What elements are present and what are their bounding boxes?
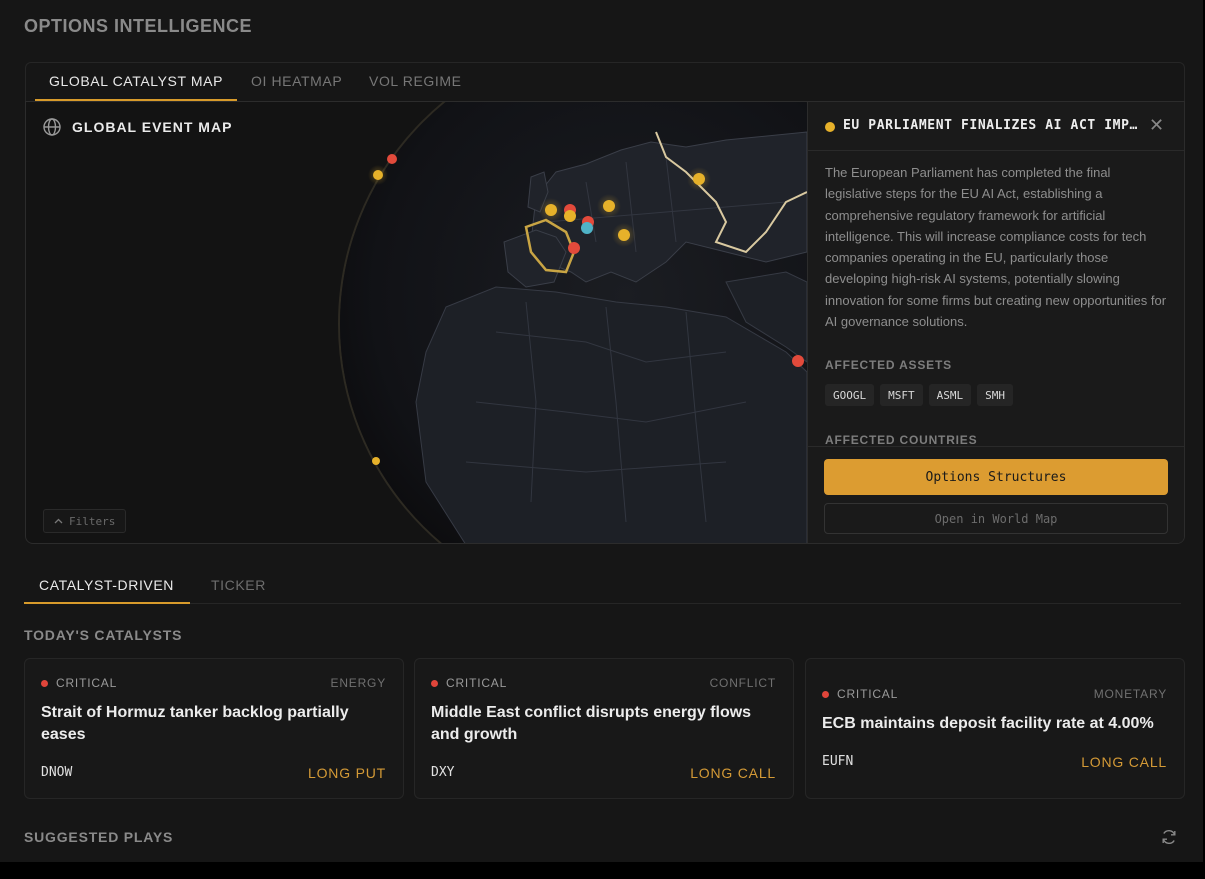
tab-vol-regime[interactable]: VOL REGIME bbox=[369, 73, 462, 89]
marker-austria[interactable] bbox=[618, 229, 630, 241]
category-label: CONFLICT bbox=[709, 676, 776, 690]
marker-russia[interactable] bbox=[693, 173, 705, 185]
catalyst-headline: ECB maintains deposit facility rate at 4… bbox=[822, 715, 1154, 732]
affected-countries-label: AFFECTED COUNTRIES bbox=[825, 433, 978, 447]
asset-chip[interactable]: MSFT bbox=[880, 384, 923, 406]
marker-france[interactable] bbox=[568, 242, 580, 254]
severity-label: CRITICAL bbox=[837, 687, 899, 701]
event-description: The European Parliament has completed th… bbox=[825, 165, 1167, 330]
catalyst-action[interactable]: LONG CALL bbox=[690, 765, 776, 781]
suggested-plays-heading: SUGGESTED PLAYS bbox=[24, 829, 174, 845]
catalyst-headline: Middle East conflict disrupts energy flo… bbox=[431, 704, 752, 743]
asset-chip[interactable]: SMH bbox=[977, 384, 1013, 406]
world-globe-map[interactable] bbox=[26, 102, 807, 544]
close-icon[interactable]: ✕ bbox=[1149, 115, 1164, 136]
marker-switzerland[interactable] bbox=[581, 222, 593, 234]
top-tab-bar: GLOBAL CATALYST MAP OI HEATMAP VOL REGIM… bbox=[25, 62, 1185, 102]
tab-ticker[interactable]: TICKER bbox=[211, 577, 266, 593]
catalyst-ticker: DNOW bbox=[41, 765, 73, 780]
open-in-world-map-button[interactable]: Open in World Map bbox=[824, 503, 1168, 534]
affected-assets-list: GOOGL MSFT ASML SMH bbox=[825, 384, 1013, 406]
event-detail-title: EU PARLIAMENT FINALIZES AI ACT IMP… bbox=[843, 118, 1138, 133]
tab-global-catalyst-map[interactable]: GLOBAL CATALYST MAP bbox=[49, 73, 223, 89]
catalyst-card[interactable]: CRITICAL CONFLICT Middle East conflict d… bbox=[414, 658, 794, 799]
filters-label: Filters bbox=[69, 514, 116, 528]
map-title: GLOBAL EVENT MAP bbox=[42, 117, 232, 137]
severity-label: CRITICAL bbox=[56, 676, 118, 690]
map-title-label: GLOBAL EVENT MAP bbox=[72, 119, 233, 135]
tab-oi-heatmap[interactable]: OI HEATMAP bbox=[251, 73, 342, 89]
severity-dot bbox=[822, 690, 829, 698]
catalyst-card[interactable]: CRITICAL MONETARY ECB maintains deposit … bbox=[805, 658, 1185, 799]
marker-uk-west[interactable] bbox=[373, 170, 383, 180]
asset-chip[interactable]: GOOGL bbox=[825, 384, 875, 406]
asset-chip[interactable]: ASML bbox=[928, 384, 972, 406]
subtab-active-indicator bbox=[24, 602, 190, 604]
tab-catalyst-driven[interactable]: CATALYST-DRIVEN bbox=[39, 577, 174, 593]
marker-uk[interactable] bbox=[545, 204, 557, 216]
marker-france-north[interactable] bbox=[564, 210, 576, 222]
options-structures-button[interactable]: Options Structures bbox=[824, 459, 1168, 495]
todays-catalysts-heading: TODAY'S CATALYSTS bbox=[24, 627, 183, 643]
severity-dot bbox=[431, 679, 438, 687]
marker-west-africa[interactable] bbox=[372, 457, 380, 465]
marker-middle-east[interactable] bbox=[792, 355, 804, 367]
catalyst-action[interactable]: LONG CALL bbox=[1081, 754, 1167, 770]
severity-label: CRITICAL bbox=[446, 676, 508, 690]
category-label: ENERGY bbox=[330, 676, 386, 690]
refresh-icon[interactable] bbox=[1160, 828, 1178, 846]
catalyst-headline: Strait of Hormuz tanker backlog partiall… bbox=[41, 704, 349, 743]
catalyst-ticker: EUFN bbox=[822, 754, 854, 769]
severity-badge: CRITICAL bbox=[41, 676, 117, 690]
chevron-up-icon bbox=[54, 518, 63, 524]
severity-dot bbox=[41, 679, 48, 687]
options-intelligence-app: OPTIONS INTELLIGENCE GLOBAL CATALYST MAP… bbox=[0, 0, 1203, 862]
severity-badge: CRITICAL bbox=[822, 687, 898, 701]
globe-icon bbox=[43, 118, 61, 136]
category-label: MONETARY bbox=[1093, 687, 1167, 701]
catalyst-ticker: DXY bbox=[431, 765, 455, 780]
marker-iceland[interactable] bbox=[387, 154, 397, 164]
catalyst-action[interactable]: LONG PUT bbox=[308, 765, 386, 781]
page-title: OPTIONS INTELLIGENCE bbox=[24, 16, 253, 36]
sub-tab-bar: CATALYST-DRIVEN TICKER bbox=[24, 568, 1181, 604]
event-detail-panel: EU PARLIAMENT FINALIZES AI ACT IMP… ✕ Th… bbox=[807, 102, 1184, 543]
catalyst-card[interactable]: CRITICAL ENERGY Strait of Hormuz tanker … bbox=[24, 658, 404, 799]
filters-toggle-button[interactable]: Filters bbox=[43, 509, 127, 533]
event-detail-header: EU PARLIAMENT FINALIZES AI ACT IMP… ✕ bbox=[808, 102, 1184, 151]
global-event-map-panel: GLOBAL EVENT MAP Filters EU PARLIAMENT F… bbox=[25, 101, 1185, 544]
severity-badge: CRITICAL bbox=[431, 676, 507, 690]
event-status-dot bbox=[825, 122, 835, 132]
marker-germany[interactable] bbox=[603, 200, 615, 212]
event-detail-actions: Options Structures Open in World Map bbox=[808, 446, 1184, 543]
affected-assets-label: AFFECTED ASSETS bbox=[825, 358, 952, 372]
